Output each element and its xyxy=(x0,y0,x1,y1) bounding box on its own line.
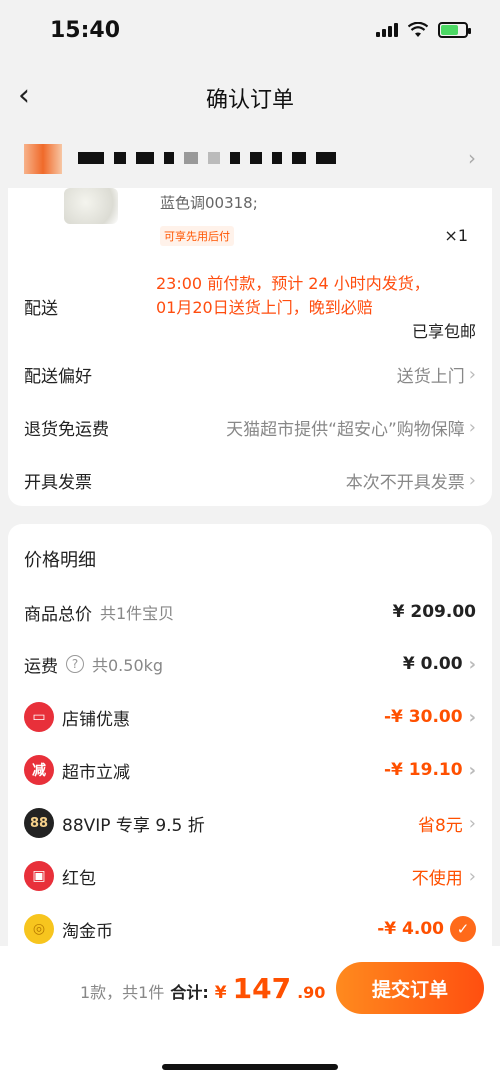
pay-later-tag: 可享先用后付 xyxy=(160,226,234,246)
checkmark-icon[interactable]: ✓ xyxy=(450,916,476,942)
chevron-right-icon: › xyxy=(468,417,476,438)
freight-label: 运费 xyxy=(24,656,58,677)
address-avatar xyxy=(24,144,62,174)
option-row-delivery-preference[interactable]: 配送偏好 送货上门 › xyxy=(24,362,476,387)
total-amount-integer: 147 xyxy=(232,972,292,1005)
vip-label: 88VIP 专享 9.5 折 xyxy=(62,815,205,836)
supermarket-icon: 减 xyxy=(24,755,54,785)
chevron-right-icon: › xyxy=(468,706,476,728)
price-details-card: 价格明细 商品总价 共1件宝贝 ¥ 209.00 运费? 共0.50kg ¥ 0.0… xyxy=(8,524,492,964)
freight-value: ¥ 0.00 xyxy=(402,654,463,674)
home-indicator xyxy=(162,1064,338,1070)
coupon-icon: ▭ xyxy=(24,702,54,732)
help-icon[interactable]: ? xyxy=(66,655,84,673)
order-summary: 1款，共1件 合计: ¥ 147 .90 xyxy=(80,972,325,1005)
chevron-right-icon: › xyxy=(468,865,476,887)
freight-row[interactable]: 运费? 共0.50kg ¥ 0.00 › xyxy=(24,646,476,682)
taojinbi-value: -¥ 4.00 xyxy=(377,919,444,939)
page-title: 确认订单 xyxy=(205,88,294,113)
shop-discount-row[interactable]: ▭ 店铺优惠 -¥ 30.00 › xyxy=(24,699,476,735)
option-value: 本次不开具发票 xyxy=(345,473,465,493)
goods-total-sub: 共1件宝贝 xyxy=(100,604,175,623)
option-row-invoice[interactable]: 开具发票 本次不开具发票 › xyxy=(24,468,476,493)
red-packet-icon: ▣ xyxy=(24,861,54,891)
option-row-return-shipping[interactable]: 退货免运费 天猫超市提供“超安心”购物保障 › xyxy=(24,415,476,440)
red-packet-row[interactable]: ▣ 红包 不使用 › xyxy=(24,858,476,894)
total-currency: ¥ xyxy=(214,983,227,1003)
vip-88-icon: 88 xyxy=(24,808,54,838)
vip-value: 省8元 xyxy=(417,815,463,836)
product-spec: 蓝色调00318; xyxy=(160,194,258,212)
product-thumbnail[interactable] xyxy=(64,188,118,224)
delivery-notice-line2: 01月20日送货上门，晚到必赔 xyxy=(156,298,373,317)
option-value: 送货上门 xyxy=(396,367,465,387)
submit-order-button[interactable]: 提交订单 xyxy=(336,962,484,1014)
chevron-right-icon: › xyxy=(468,364,476,385)
goods-total-row: 商品总价 共1件宝贝 ¥ 209.00 xyxy=(24,594,476,630)
price-details-title: 价格明细 xyxy=(24,550,96,571)
goods-total-value: ¥ 209.00 xyxy=(392,602,476,622)
status-bar: 15:40 xyxy=(0,0,500,64)
taojinbi-label: 淘金币 xyxy=(62,921,113,942)
market-discount-row[interactable]: 减超市立减 -¥ 19.10 › xyxy=(24,752,476,788)
address-bar[interactable]: › xyxy=(0,130,500,188)
total-label: 合计: xyxy=(170,983,209,1002)
chevron-right-icon: › xyxy=(468,759,476,781)
market-discount-label: 超市立减 xyxy=(62,762,130,783)
delivery-notice: 23:00 前付款，预计 24 小时内发货， 01月20日送货上门，晚到必赔 xyxy=(156,272,476,320)
option-label: 开具发票 xyxy=(24,473,92,493)
chevron-right-icon: › xyxy=(468,470,476,491)
goods-total-label: 商品总价 xyxy=(24,604,92,625)
total-amount-decimal: .90 xyxy=(297,983,326,1002)
nav-bar: ‹ 确认订单 xyxy=(0,64,500,128)
option-value: 天猫超市提供“超安心”购物保障 xyxy=(226,420,465,440)
item-count: 1款，共1件 xyxy=(80,983,165,1002)
battery-icon xyxy=(438,22,471,38)
signal-icon xyxy=(376,23,398,37)
delivery-label: 配送 xyxy=(24,299,58,319)
free-shipping-label: 已享包邮 xyxy=(411,322,476,341)
vip-discount-row[interactable]: 88 88VIP 专享 9.5 折 省8元 › xyxy=(24,805,476,841)
status-icons xyxy=(376,22,471,38)
red-packet-value: 不使用 xyxy=(411,868,463,889)
gold-coin-icon: ◎ xyxy=(24,914,54,944)
order-info-card: 蓝色调00318; 可享先用后付 ×1 配送 23:00 前付款，预计 24 小… xyxy=(8,188,492,506)
delivery-notice-line1: 23:00 前付款，预计 24 小时内发货， xyxy=(156,274,430,293)
option-label: 退货免运费 xyxy=(24,420,109,440)
shop-discount-value: -¥ 30.00 xyxy=(384,707,463,727)
address-chevron-icon: › xyxy=(468,146,476,170)
chevron-right-icon: › xyxy=(468,653,476,675)
chevron-right-icon: › xyxy=(468,812,476,834)
wifi-icon xyxy=(408,22,428,37)
taojinbi-row[interactable]: ◎ 淘金币 -¥ 4.00 ✓ xyxy=(24,911,476,947)
shop-discount-label: 店铺优惠 xyxy=(62,709,130,730)
option-label: 配送偏好 xyxy=(24,367,92,387)
red-packet-label: 红包 xyxy=(62,868,96,889)
freight-sub: 共0.50kg xyxy=(92,656,164,675)
address-masked-text xyxy=(78,152,336,164)
market-discount-value: -¥ 19.10 xyxy=(384,760,463,780)
bottom-checkout-bar: 1款，共1件 合计: ¥ 147 .90 提交订单 xyxy=(0,946,500,1083)
status-time: 15:40 xyxy=(50,18,121,43)
product-quantity: ×1 xyxy=(444,226,468,245)
